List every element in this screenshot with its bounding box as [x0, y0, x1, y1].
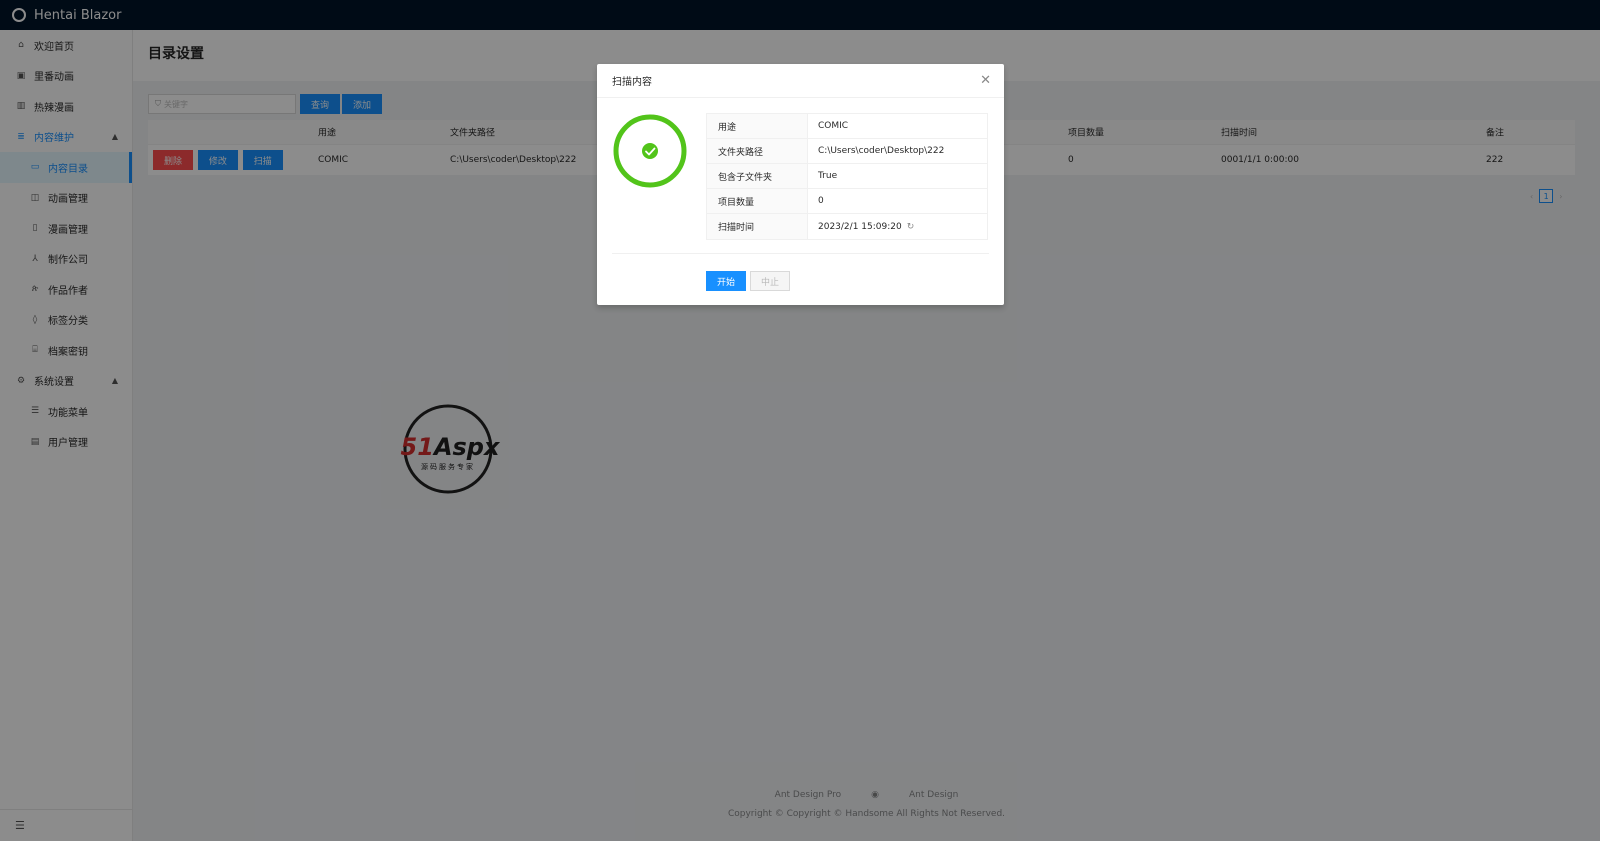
detail-value: C:\Users\coder\Desktop\222 [818, 146, 945, 156]
detail-value: 0 [818, 196, 824, 206]
modal-divider [612, 253, 989, 254]
sync-icon: ↻ [906, 221, 915, 232]
detail-label: 项目数量 [707, 189, 808, 213]
scan-time-value: 2023/2/1 15:09:20 [818, 221, 902, 232]
stop-button[interactable]: 中止 [750, 271, 791, 291]
detail-label: 扫描时间 [707, 214, 808, 239]
check-circle-icon [642, 143, 658, 159]
detail-row: 项目数量 0 [707, 189, 987, 214]
scan-details: 用途 COMIC 文件夹路径 C:\Users\coder\Desktop\22… [706, 113, 988, 240]
detail-row: 包含子文件夹 True [707, 164, 987, 189]
detail-label: 包含子文件夹 [707, 164, 808, 188]
modal-actions: 开始 中止 [706, 271, 791, 291]
start-button[interactable]: 开始 [706, 271, 747, 291]
detail-row: 文件夹路径 C:\Users\coder\Desktop\222 [707, 139, 987, 164]
detail-label: 文件夹路径 [707, 139, 808, 163]
scan-progress-circle [613, 114, 687, 188]
close-icon[interactable]: ✕ [980, 73, 991, 88]
modal-header: 扫描内容 [597, 64, 1004, 98]
detail-value: 2023/2/1 15:09:20 ↻ [808, 214, 987, 239]
scan-modal: 扫描内容 ✕ 用途 COMIC 文件夹路径 C:\Users\coder\Des… [597, 64, 1004, 305]
modal-title: 扫描内容 [612, 77, 652, 88]
detail-label: 用途 [707, 114, 808, 138]
detail-row: 用途 COMIC [707, 114, 987, 139]
detail-value: True [818, 171, 838, 181]
detail-row: 扫描时间 2023/2/1 15:09:20 ↻ [707, 214, 987, 239]
detail-value: COMIC [818, 121, 849, 131]
